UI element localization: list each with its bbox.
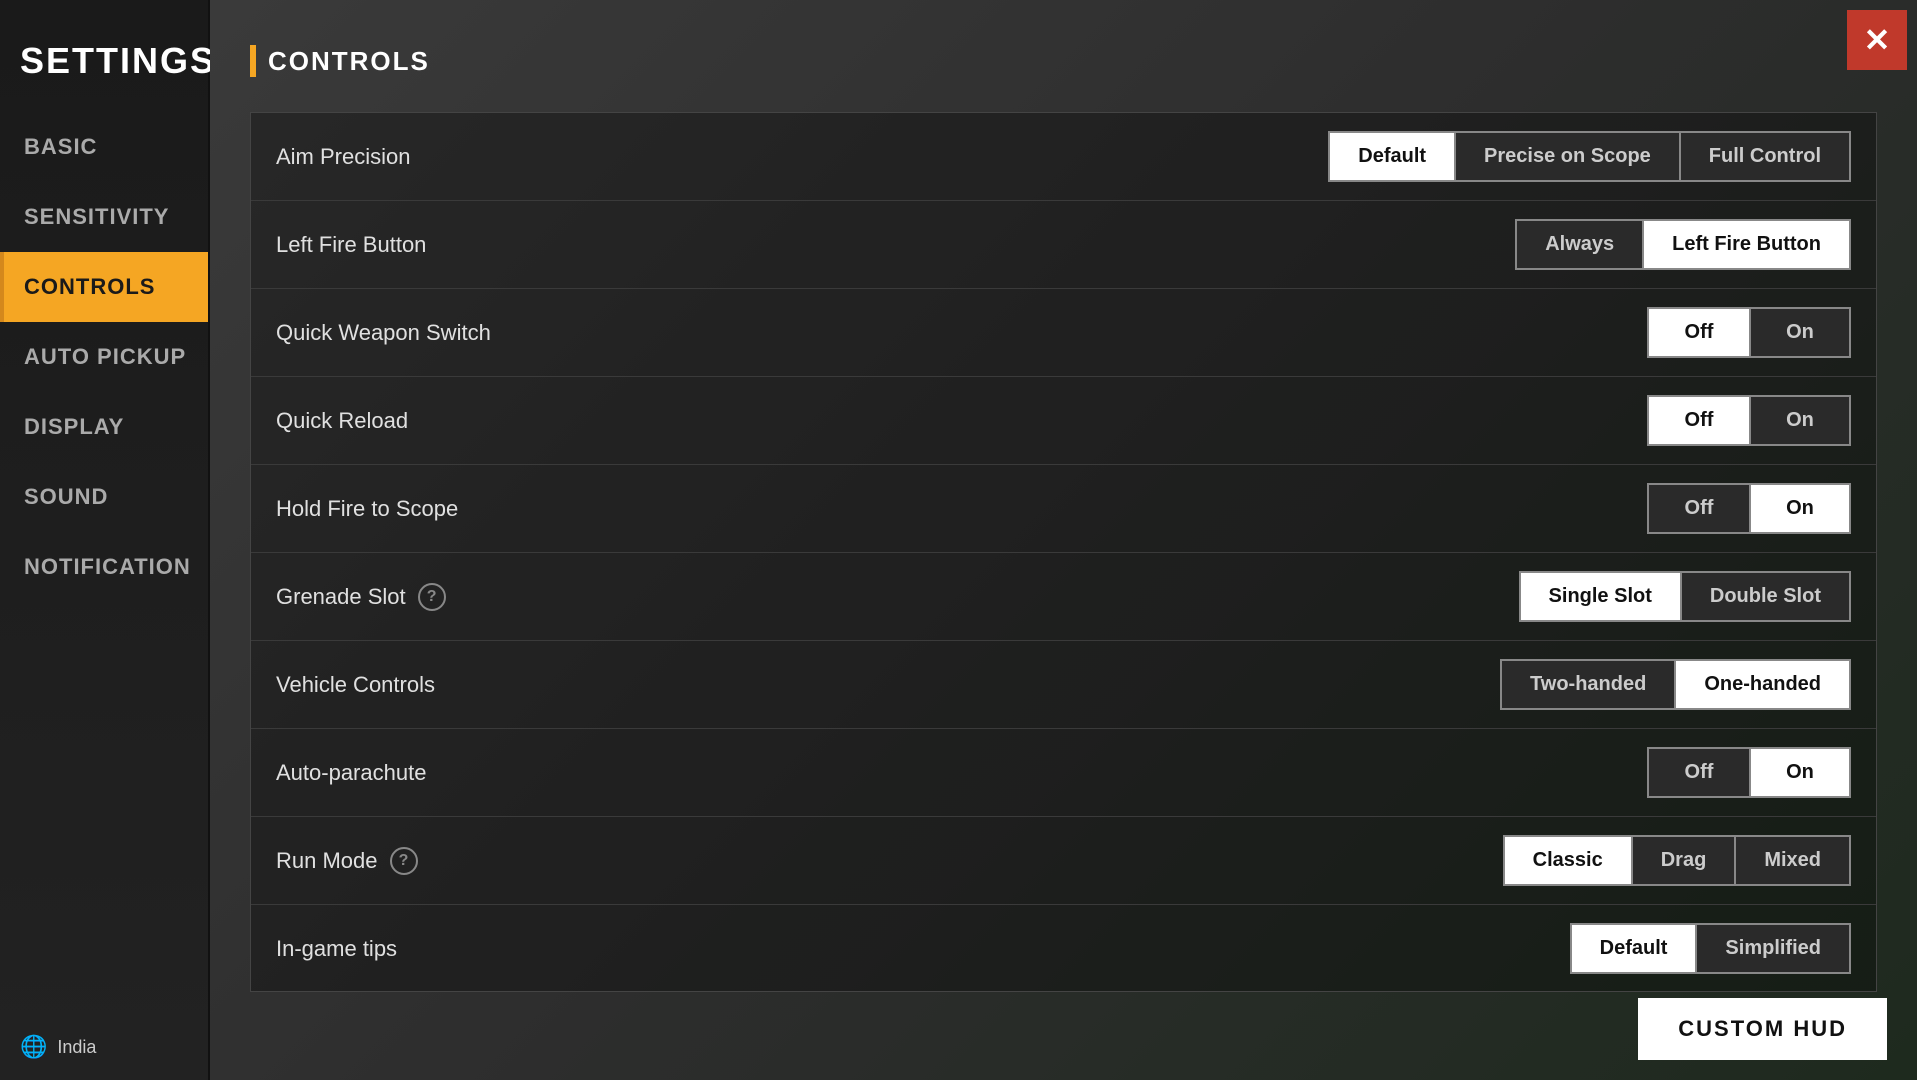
sidebar-item-notification[interactable]: NOTIFICATION [0,532,208,602]
btn-group-aim-precision: DefaultPrecise on ScopeFull Control [1328,131,1851,182]
setting-label-quick-weapon-switch: Quick Weapon Switch [276,320,1647,346]
setting-label-run-mode: Run Mode? [276,847,1503,875]
custom-hud-button[interactable]: CUSTOM HUD [1638,998,1887,1060]
btn-group-vehicle-controls: Two-handedOne-handed [1500,659,1851,710]
sidebar-item-auto-pickup[interactable]: AUTO PICKUP [0,322,208,392]
btn-option-auto-parachute-1[interactable]: On [1749,749,1849,796]
setting-label-text-quick-reload: Quick Reload [276,408,408,434]
btn-option-quick-weapon-switch-0[interactable]: Off [1649,309,1749,356]
btn-option-vehicle-controls-1[interactable]: One-handed [1674,661,1849,708]
close-button[interactable]: ✕ [1847,10,1907,70]
help-icon-grenade-slot[interactable]: ? [418,583,446,611]
btn-group-quick-weapon-switch: OffOn [1647,307,1851,358]
setting-row-run-mode: Run Mode?ClassicDragMixed [251,817,1876,905]
setting-row-aim-precision: Aim Precision DefaultPrecise on ScopeFull… [251,113,1876,201]
btn-option-grenade-slot-0[interactable]: Single Slot [1521,573,1680,620]
sidebar-footer: 🌐 India [0,1014,208,1080]
setting-label-left-fire-button: Left Fire Button [276,232,1515,258]
btn-group-run-mode: ClassicDragMixed [1503,835,1851,886]
settings-container: Aim PrecisionDefaultPrecise on ScopeFull… [250,112,1877,992]
region-label: India [57,1037,96,1058]
setting-row-quick-weapon-switch: Quick Weapon Switch OffOn [251,289,1876,377]
btn-group-auto-parachute: OffOn [1647,747,1851,798]
setting-label-text-in-game-tips: In-game tips [276,936,397,962]
btn-group-quick-reload: OffOn [1647,395,1851,446]
btn-option-grenade-slot-1[interactable]: Double Slot [1680,573,1849,620]
setting-label-text-quick-weapon-switch: Quick Weapon Switch [276,320,491,346]
setting-label-quick-reload: Quick Reload [276,408,1647,434]
setting-label-aim-precision: Aim Precision [276,144,1328,170]
section-title: CONTROLS [268,46,430,77]
setting-label-text-left-fire-button: Left Fire Button [276,232,426,258]
setting-row-hold-fire-to-scope: Hold Fire to Scope OffOn [251,465,1876,553]
setting-label-hold-fire-to-scope: Hold Fire to Scope [276,496,1647,522]
sidebar-item-display[interactable]: DISPLAY [0,392,208,462]
btn-option-in-game-tips-0[interactable]: Default [1572,925,1696,972]
sidebar-item-basic[interactable]: BASIC [0,112,208,182]
globe-icon: 🌐 [20,1034,47,1060]
btn-option-aim-precision-1[interactable]: Precise on Scope [1454,133,1679,180]
btn-option-run-mode-2[interactable]: Mixed [1734,837,1849,884]
btn-option-auto-parachute-0[interactable]: Off [1649,749,1749,796]
btn-option-aim-precision-2[interactable]: Full Control [1679,133,1849,180]
section-accent [250,45,256,77]
setting-row-quick-reload: Quick Reload OffOn [251,377,1876,465]
sidebar-item-sensitivity[interactable]: SENSITIVITY [0,182,208,252]
btn-option-hold-fire-to-scope-0[interactable]: Off [1649,485,1749,532]
btn-option-run-mode-1[interactable]: Drag [1631,837,1735,884]
setting-row-auto-parachute: Auto-parachute OffOn [251,729,1876,817]
btn-group-hold-fire-to-scope: OffOn [1647,483,1851,534]
btn-option-aim-precision-0[interactable]: Default [1330,133,1454,180]
setting-row-grenade-slot: Grenade Slot?Single SlotDouble Slot [251,553,1876,641]
setting-label-text-hold-fire-to-scope: Hold Fire to Scope [276,496,458,522]
btn-option-run-mode-0[interactable]: Classic [1505,837,1631,884]
btn-group-left-fire-button: AlwaysLeft Fire Button [1515,219,1851,270]
btn-option-quick-reload-1[interactable]: On [1749,397,1849,444]
setting-label-text-auto-parachute: Auto-parachute [276,760,426,786]
sidebar-item-sound[interactable]: SOUND [0,462,208,532]
setting-label-text-grenade-slot: Grenade Slot [276,584,406,610]
setting-label-auto-parachute: Auto-parachute [276,760,1647,786]
btn-option-quick-reload-0[interactable]: Off [1649,397,1749,444]
setting-label-text-run-mode: Run Mode [276,848,378,874]
btn-option-hold-fire-to-scope-1[interactable]: On [1749,485,1849,532]
help-icon-run-mode[interactable]: ? [390,847,418,875]
setting-label-in-game-tips: In-game tips [276,936,1570,962]
btn-option-quick-weapon-switch-1[interactable]: On [1749,309,1849,356]
setting-label-grenade-slot: Grenade Slot? [276,583,1519,611]
sidebar-item-controls[interactable]: CONTROLS [0,252,208,322]
btn-option-left-fire-button-0[interactable]: Always [1517,221,1642,268]
setting-label-vehicle-controls: Vehicle Controls [276,672,1500,698]
app-title: SETTINGS [0,20,208,112]
btn-group-in-game-tips: DefaultSimplified [1570,923,1851,974]
setting-label-text-aim-precision: Aim Precision [276,144,410,170]
main-content: ✕ CONTROLS Aim PrecisionDefaultPrecise o… [210,0,1917,1080]
setting-row-vehicle-controls: Vehicle Controls Two-handedOne-handed [251,641,1876,729]
setting-row-left-fire-button: Left Fire ButtonAlwaysLeft Fire Button [251,201,1876,289]
btn-option-in-game-tips-1[interactable]: Simplified [1695,925,1849,972]
sidebar: SETTINGS BASICSENSITIVITYCONTROLSAUTO PI… [0,0,210,1080]
btn-group-grenade-slot: Single SlotDouble Slot [1519,571,1851,622]
setting-label-text-vehicle-controls: Vehicle Controls [276,672,435,698]
section-header: CONTROLS [250,30,1877,92]
setting-row-in-game-tips: In-game tips DefaultSimplified [251,905,1876,992]
btn-option-vehicle-controls-0[interactable]: Two-handed [1502,661,1674,708]
btn-option-left-fire-button-1[interactable]: Left Fire Button [1642,221,1849,268]
